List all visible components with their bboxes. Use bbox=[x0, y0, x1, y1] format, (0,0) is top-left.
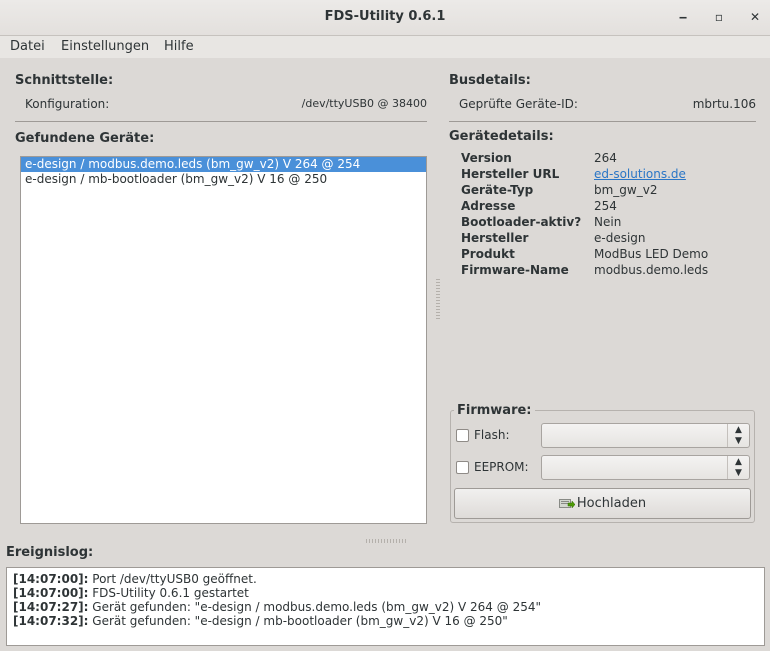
log-timestamp: [14:07:27]: bbox=[13, 600, 89, 614]
log-timestamp: [14:07:00]: bbox=[13, 586, 89, 600]
schnittstelle-heading: Schnittstelle: bbox=[15, 73, 114, 88]
firmware-heading: Firmware: bbox=[454, 403, 535, 418]
upload-button[interactable]: Hochladen bbox=[454, 488, 751, 519]
device-list-item[interactable]: e-design / modbus.demo.leds (bm_gw_v2) V… bbox=[21, 157, 426, 172]
minimize-button[interactable]: ‒ bbox=[673, 8, 693, 28]
log-text: FDS-Utility 0.6.1 gestartet bbox=[88, 586, 249, 600]
log-entry: [14:07:27]: Gerät gefunden: "e-design / … bbox=[13, 600, 764, 614]
device-id-value: mbrtu.106 bbox=[692, 97, 756, 111]
divider bbox=[449, 121, 756, 122]
event-log[interactable]: [14:07:00]: Port /dev/ttyUSB0 geöffnet. … bbox=[6, 567, 765, 646]
flash-label: Flash: bbox=[474, 428, 510, 442]
window-title: FDS-Utility 0.6.1 bbox=[324, 9, 446, 24]
title-bar[interactable]: FDS-Utility 0.6.1 ‒ ▫ ✕ bbox=[0, 0, 770, 36]
log-timestamp: [14:07:32]: bbox=[13, 614, 89, 628]
busdetails-heading: Busdetails: bbox=[449, 73, 531, 88]
config-value: /dev/ttyUSB0 @ 38400 bbox=[301, 97, 427, 110]
detail-key: Version bbox=[461, 151, 512, 165]
updown-arrow-icon: ▲ ▼ bbox=[727, 424, 749, 447]
maximize-button[interactable]: ▫ bbox=[709, 8, 729, 28]
log-entry: [14:07:00]: Port /dev/ttyUSB0 geöffnet. bbox=[13, 572, 764, 586]
manufacturer-url-link[interactable]: ed-solutions.de bbox=[594, 167, 686, 181]
detail-value: 254 bbox=[594, 199, 617, 213]
detail-key: Bootloader-aktiv? bbox=[461, 215, 582, 229]
geraetedetails-heading: Gerätedetails: bbox=[449, 129, 554, 144]
menu-bar: Datei Einstellungen Hilfe bbox=[0, 36, 770, 58]
detail-value: modbus.demo.leds bbox=[594, 263, 709, 277]
eeprom-checkbox[interactable] bbox=[456, 461, 469, 474]
detail-key: Adresse bbox=[461, 199, 516, 213]
detail-key: Hersteller URL bbox=[461, 167, 560, 181]
pane-resize-handle[interactable] bbox=[436, 279, 440, 321]
log-text: Port /dev/ttyUSB0 geöffnet. bbox=[88, 572, 257, 586]
device-id-label: Geprüfte Geräte-ID: bbox=[459, 97, 578, 111]
detail-value: bm_gw_v2 bbox=[594, 183, 658, 197]
close-button[interactable]: ✕ bbox=[745, 8, 765, 28]
flash-checkbox[interactable] bbox=[456, 429, 469, 442]
upload-icon bbox=[558, 491, 576, 509]
menu-einstellungen[interactable]: Einstellungen bbox=[61, 39, 149, 54]
menu-hilfe[interactable]: Hilfe bbox=[164, 39, 194, 54]
geraete-heading: Gefundene Geräte: bbox=[15, 131, 155, 146]
eeprom-select[interactable]: ▲ ▼ bbox=[541, 455, 750, 480]
detail-key: Hersteller bbox=[461, 231, 529, 245]
log-entry: [14:07:32]: Gerät gefunden: "e-design / … bbox=[13, 614, 764, 628]
device-list-item[interactable]: e-design / mb-bootloader (bm_gw_v2) V 16… bbox=[21, 172, 426, 187]
upload-button-label: Hochladen bbox=[576, 496, 647, 511]
log-timestamp: [14:07:00]: bbox=[13, 572, 89, 586]
detail-value: e-design bbox=[594, 231, 646, 245]
detail-key: Firmware-Name bbox=[461, 263, 569, 277]
detail-value: Nein bbox=[594, 215, 622, 229]
log-entry: [14:07:00]: FDS-Utility 0.6.1 gestartet bbox=[13, 586, 764, 600]
divider bbox=[15, 121, 427, 122]
ereignislog-heading: Ereignislog: bbox=[6, 545, 94, 560]
detail-key: Produkt bbox=[461, 247, 515, 261]
device-list[interactable]: e-design / modbus.demo.leds (bm_gw_v2) V… bbox=[20, 156, 427, 524]
log-text: Gerät gefunden: "e-design / modbus.demo.… bbox=[88, 600, 541, 614]
config-label: Konfiguration: bbox=[25, 97, 110, 111]
flash-select[interactable]: ▲ ▼ bbox=[541, 423, 750, 448]
log-text: Gerät gefunden: "e-design / mb-bootloade… bbox=[88, 614, 508, 628]
pane-resize-handle[interactable] bbox=[366, 539, 406, 543]
eeprom-label: EEPROM: bbox=[474, 460, 529, 474]
detail-key: Geräte-Typ bbox=[461, 183, 534, 197]
detail-value: ModBus LED Demo bbox=[594, 247, 709, 261]
detail-value: 264 bbox=[594, 151, 617, 165]
updown-arrow-icon: ▲ ▼ bbox=[727, 456, 749, 479]
menu-datei[interactable]: Datei bbox=[10, 39, 45, 54]
